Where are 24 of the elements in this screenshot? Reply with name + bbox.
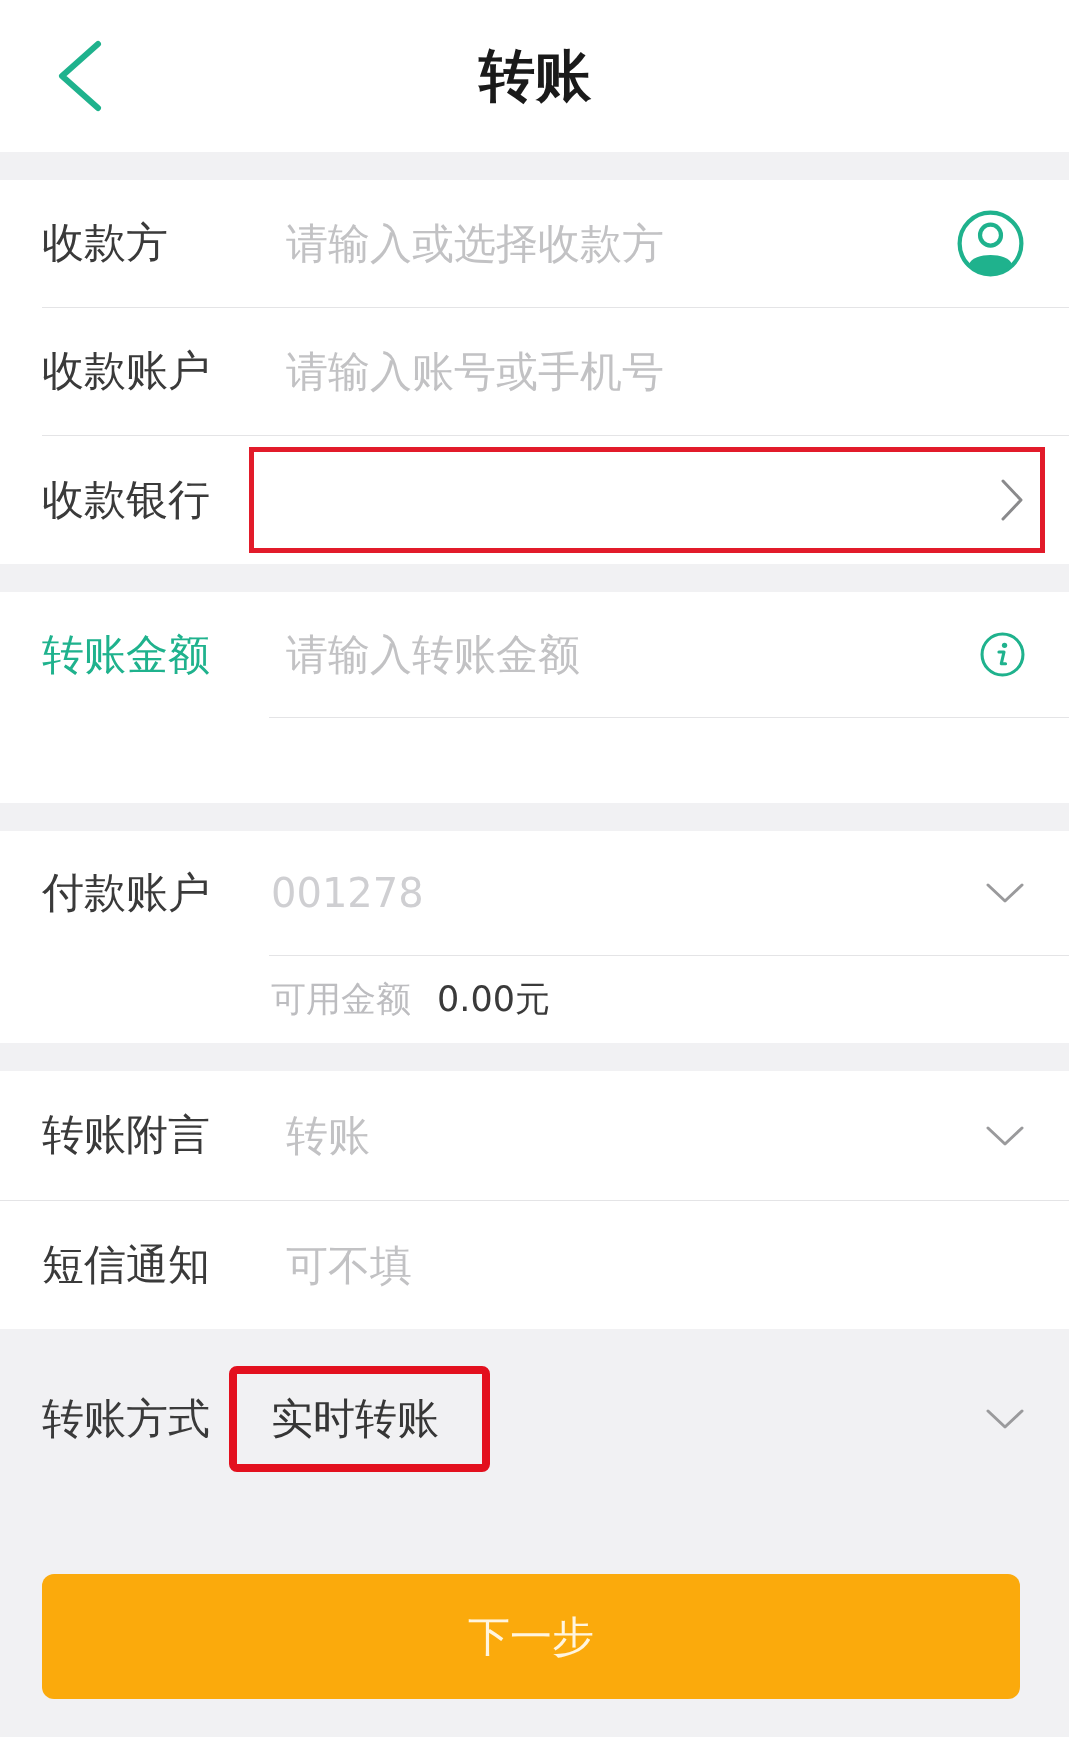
field-label: 收款方 (42, 218, 169, 269)
chevron-down-icon (986, 1125, 1024, 1146)
input-field[interactable]: 请输入账号或手机号 (286, 341, 1024, 402)
page-title: 转账 (478, 42, 591, 110)
amount-input[interactable]: 请输入转账金额 (286, 624, 980, 685)
next-button[interactable]: 下一步 (42, 1574, 1020, 1699)
info-icon (980, 632, 1025, 677)
dropdown-field[interactable]: 转账 (286, 1105, 986, 1166)
field-label: 收款银行 (42, 474, 211, 526)
field-label: 收款账户 (42, 346, 211, 397)
payee-input[interactable]: 请输入或选择收款方 (286, 213, 957, 274)
method-value[interactable]: 实时转账 (271, 1393, 439, 1445)
field-label: 付款账户 (42, 868, 211, 919)
field-label: 转账方式 (42, 1392, 211, 1445)
input-field[interactable]: 可不填 (286, 1235, 1024, 1295)
field-label: 转账附言 (42, 1110, 211, 1161)
balance-label: 可用金额 (271, 978, 411, 1022)
chevron-down-icon (986, 883, 1024, 903)
field-label: 短信通知 (42, 1239, 211, 1291)
person-circle-icon (957, 210, 1024, 277)
balance-amount: 0.00元 (437, 978, 550, 1022)
chevron-right-icon (1000, 479, 1024, 521)
field-label: 转账金额 (42, 629, 211, 681)
chevron-down-icon (986, 1409, 1024, 1429)
